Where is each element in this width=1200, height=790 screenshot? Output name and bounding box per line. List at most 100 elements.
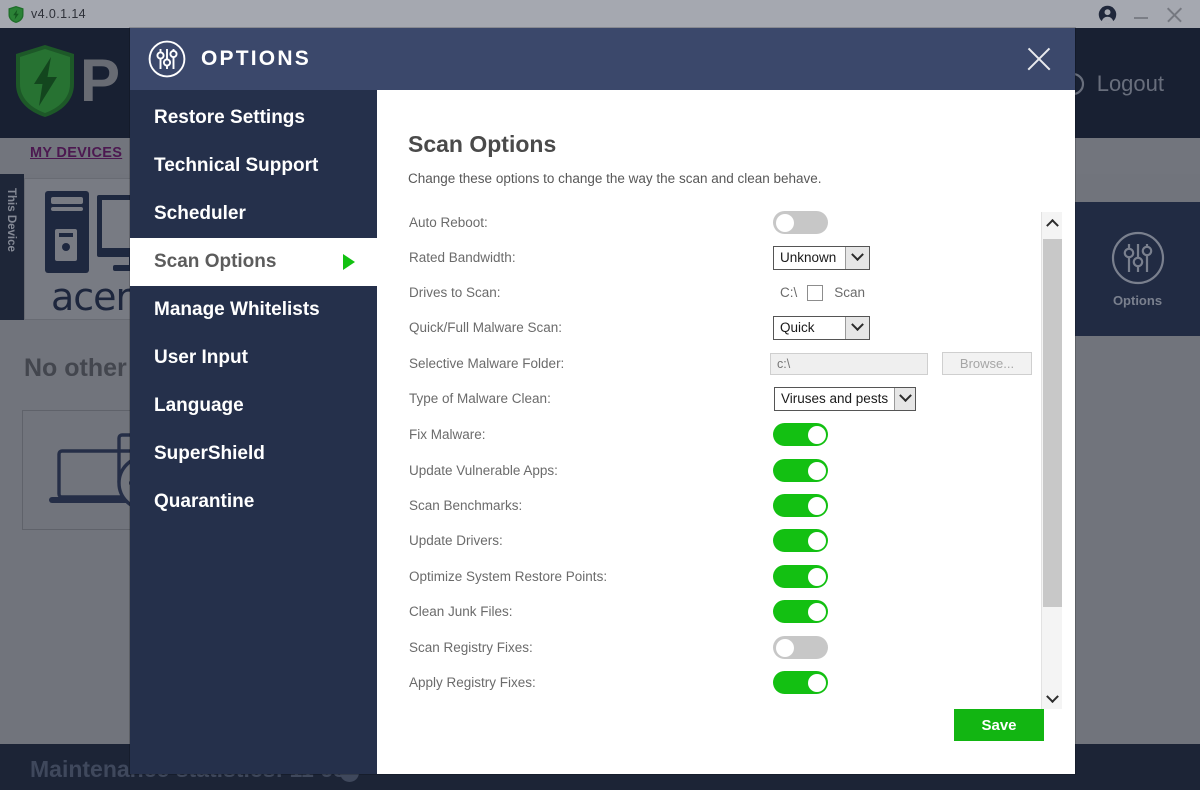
dialog-close-button[interactable] — [1023, 43, 1055, 75]
scan-registry-fixes-label: Scan Registry Fixes: — [409, 640, 533, 655]
chevron-down-icon — [894, 387, 915, 410]
row-rated-bandwidth: Rated Bandwidth: Unknown — [377, 240, 1045, 275]
apply-registry-fixes-toggle[interactable] — [773, 671, 828, 694]
dialog-sidebar: Restore Settings Technical Support Sched… — [130, 90, 377, 774]
quick-full-scan-control: Quick — [773, 315, 870, 340]
scan-registry-fixes-control — [773, 636, 828, 659]
scan-registry-fixes-toggle[interactable] — [773, 636, 828, 659]
chevron-right-icon — [343, 254, 355, 270]
optimize-restore-points-control — [773, 565, 828, 588]
row-fix-malware: Fix Malware: — [377, 417, 1045, 452]
selective-folder-control: Browse... — [770, 352, 1032, 375]
scan-benchmarks-toggle[interactable] — [773, 494, 828, 517]
update-drivers-toggle[interactable] — [773, 529, 828, 552]
sidebar-item-label: Technical Support — [154, 155, 319, 176]
update-drivers-label: Update Drivers: — [409, 533, 503, 548]
selective-folder-input[interactable] — [770, 352, 928, 375]
optimize-restore-points-label: Optimize System Restore Points: — [409, 569, 608, 584]
screen: v4.0.1.14 P Logout MY DEVICES This Devic… — [0, 0, 1200, 790]
save-button[interactable]: Save — [954, 709, 1044, 741]
toggle-knob — [775, 213, 794, 232]
browse-button[interactable]: Browse... — [942, 352, 1032, 375]
fix-malware-toggle[interactable] — [773, 423, 828, 446]
update-vulnerable-apps-control — [773, 459, 828, 482]
chevron-down-icon — [845, 316, 869, 339]
rated-bandwidth-value: Unknown — [780, 250, 837, 265]
row-scan-registry-fixes: Scan Registry Fixes: — [377, 630, 1045, 665]
quick-full-scan-select[interactable]: Quick — [773, 315, 870, 340]
row-optimize-internet-settings: Optimize Internet Settings: — [377, 700, 1045, 705]
auto-reboot-label: Auto Reboot: — [409, 215, 488, 230]
clean-junk-files-toggle[interactable] — [773, 600, 828, 623]
minimize-button[interactable] — [1134, 17, 1148, 19]
this-device-tab-label: This Device — [5, 188, 17, 252]
apply-registry-fixes-label: Apply Registry Fixes: — [409, 675, 536, 690]
drive-scan-checkbox[interactable] — [807, 284, 824, 301]
sidebar-item-label: User Input — [154, 347, 248, 368]
options-tile-label: Options — [1112, 292, 1163, 308]
options-dialog: OPTIONS Restore Settings Technical Suppo… — [130, 28, 1075, 774]
row-auto-reboot: Auto Reboot: — [377, 205, 1045, 240]
scan-benchmarks-control — [773, 494, 828, 517]
sidebar-item-quarantine[interactable]: Quarantine — [130, 478, 377, 526]
auto-reboot-toggle[interactable] — [773, 211, 828, 234]
malware-clean-type-select[interactable]: Viruses and pests — [774, 386, 916, 411]
sidebar-item-restore-settings[interactable]: Restore Settings — [130, 94, 377, 142]
toggle-knob — [807, 425, 826, 444]
rated-bandwidth-control: Unknown — [773, 245, 870, 270]
rated-bandwidth-label: Rated Bandwidth: — [409, 250, 516, 265]
row-malware-clean-type: Type of Malware Clean: Viruses and pests — [377, 381, 1045, 416]
clean-junk-files-label: Clean Junk Files: — [409, 604, 513, 619]
account-icon[interactable] — [1098, 5, 1117, 24]
options-scrollbar[interactable] — [1041, 212, 1062, 709]
sidebar-item-user-input[interactable]: User Input — [130, 334, 377, 382]
row-quick-full-scan: Quick/Full Malware Scan: Quick — [377, 310, 1045, 345]
brand-logo: P — [14, 44, 120, 118]
auto-reboot-control — [773, 211, 828, 234]
fix-malware-label: Fix Malware: — [409, 427, 486, 442]
drive-scan-checkbox-label: Scan — [834, 285, 866, 300]
scrollbar-thumb[interactable] — [1043, 239, 1062, 607]
this-device-tab[interactable]: This Device — [0, 174, 24, 320]
chevron-down-icon — [1046, 689, 1059, 703]
update-vulnerable-apps-toggle[interactable] — [773, 459, 828, 482]
malware-clean-type-label: Type of Malware Clean: — [409, 391, 551, 406]
toggle-knob — [807, 531, 826, 550]
rated-bandwidth-select[interactable]: Unknown — [773, 245, 870, 270]
app-logo-icon — [8, 5, 24, 23]
options-tile-button[interactable]: Options — [1075, 202, 1200, 336]
dialog-main: Scan Options Change these options to cha… — [377, 90, 1075, 774]
scan-options-form: Auto Reboot: Rated Bandwidth: Unknown Dr… — [377, 205, 1045, 705]
toggle-knob — [807, 496, 826, 515]
row-update-drivers: Update Drivers: — [377, 523, 1045, 558]
close-button[interactable] — [1165, 5, 1184, 24]
nav-my-devices[interactable]: MY DEVICES — [30, 145, 122, 161]
scroll-up-button[interactable] — [1042, 212, 1063, 232]
scan-benchmarks-label: Scan Benchmarks: — [409, 498, 523, 513]
sidebar-item-label: Restore Settings — [154, 107, 305, 128]
drive-letter-label: C:\ — [780, 285, 798, 300]
dialog-title: OPTIONS — [201, 47, 311, 70]
toggle-knob — [807, 567, 826, 586]
sidebar-item-scan-options[interactable]: Scan Options — [130, 238, 377, 286]
apply-registry-fixes-control — [773, 671, 828, 694]
malware-clean-type-control: Viruses and pests — [774, 386, 916, 411]
update-vulnerable-apps-label: Update Vulnerable Apps: — [409, 463, 558, 478]
sidebar-item-label: Scheduler — [154, 203, 246, 224]
scroll-down-button[interactable] — [1042, 689, 1063, 709]
update-drivers-control — [773, 529, 828, 552]
sliders-icon — [1111, 231, 1164, 284]
optimize-restore-points-toggle[interactable] — [773, 565, 828, 588]
dialog-header: OPTIONS — [130, 28, 1075, 90]
brand-name: P — [80, 47, 120, 114]
sidebar-item-manage-whitelists[interactable]: Manage Whitelists — [130, 286, 377, 334]
sidebar-item-language[interactable]: Language — [130, 382, 377, 430]
window-titlebar: v4.0.1.14 — [0, 0, 1200, 28]
row-drives-to-scan: Drives to Scan: C:\ Scan — [377, 275, 1045, 310]
row-clean-junk-files: Clean Junk Files: — [377, 594, 1045, 629]
sidebar-item-technical-support[interactable]: Technical Support — [130, 142, 377, 190]
sidebar-item-supershield[interactable]: SuperShield — [130, 430, 377, 478]
sidebar-item-scheduler[interactable]: Scheduler — [130, 190, 377, 238]
clean-junk-files-control — [773, 600, 828, 623]
row-selective-folder: Selective Malware Folder: Browse... — [377, 346, 1045, 381]
